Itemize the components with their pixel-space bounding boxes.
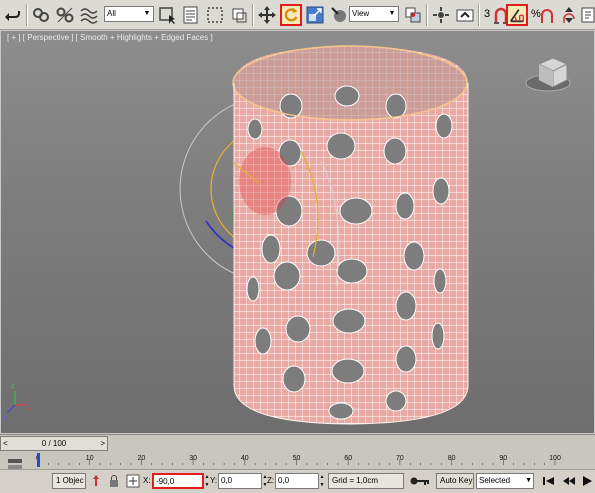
svg-text:x: x (27, 406, 31, 413)
grid-readout: Grid = 1,0cm (328, 473, 404, 489)
time-next-button[interactable]: > (100, 437, 105, 450)
edit-named-selection-icon[interactable] (578, 4, 595, 26)
z-coordinate-field[interactable]: 0,0 (275, 473, 319, 489)
z-spinner[interactable]: ▲ ▼ (319, 473, 325, 489)
pivot-center-icon[interactable] (402, 4, 424, 26)
current-frame-marker[interactable] (37, 453, 40, 467)
y-coordinate-field[interactable]: 0,0 (218, 473, 262, 489)
cylinder-mesh[interactable] (231, 41, 471, 431)
scale-icon[interactable] (304, 4, 326, 26)
viewport-canvas[interactable]: z x y (1, 31, 594, 433)
mini-listener-icon[interactable] (6, 458, 26, 472)
track-tick-label: 100 (549, 455, 561, 462)
toolbar-separator (478, 4, 480, 26)
track-tick-label: 50 (293, 455, 301, 462)
key-filter-dropdown[interactable]: Selected ▼ (476, 473, 534, 489)
perspective-viewport[interactable]: z x y [ + ] [ Perspective ] [ Smooth + H… (0, 30, 595, 434)
svg-text:z: z (11, 383, 15, 390)
lock-selection-icon[interactable] (107, 474, 121, 488)
track-tick-label: 70 (396, 455, 404, 462)
track-tick-label: 30 (189, 455, 197, 462)
angle-snap-toggle-icon[interactable] (506, 4, 528, 26)
toolbar-separator (26, 4, 28, 26)
main-toolbar: All ▼ View ▼ 3 % (0, 0, 595, 30)
select-and-place-icon[interactable] (328, 4, 350, 26)
viewcube-icon[interactable] (525, 57, 571, 92)
previous-frame-icon[interactable] (560, 474, 578, 488)
axis-tripod-icon: z x y (3, 383, 31, 421)
rectangular-selection-icon[interactable] (204, 4, 226, 26)
spinner-snap-icon[interactable] (558, 4, 580, 26)
set-key-icon[interactable] (409, 474, 431, 488)
selection-filter-dropdown[interactable]: All ▼ (104, 6, 154, 22)
selection-count: 1 Objec (52, 473, 86, 489)
percent-snap-icon[interactable] (536, 4, 558, 26)
time-slider-bar: < 0 / 100 > (0, 434, 595, 452)
chevron-down-icon: ▼ (525, 477, 532, 484)
track-tick-label: 90 (499, 455, 507, 462)
link-icon[interactable] (30, 4, 52, 26)
unlink-icon[interactable] (54, 4, 76, 26)
move-icon[interactable] (256, 4, 278, 26)
y-coordinate-label: Y: (210, 476, 218, 485)
track-tick-label: 40 (241, 455, 249, 462)
select-and-manipulate-icon[interactable] (430, 4, 452, 26)
keyboard-shortcut-override-icon[interactable] (454, 4, 476, 26)
absolute-mode-transform-icon[interactable] (126, 474, 140, 488)
track-ruler[interactable]: 0102030405060708090100 (0, 452, 595, 469)
x-coordinate-label: X: (143, 476, 151, 485)
select-object-icon[interactable] (157, 4, 179, 26)
track-tick-label: 80 (448, 455, 456, 462)
bind-space-warp-icon[interactable] (78, 4, 100, 26)
time-prev-button[interactable]: < (3, 437, 8, 450)
track-bar[interactable]: 0102030405060708090100 (0, 452, 595, 469)
viewport-label-menu[interactable]: [ + ] [ Perspective ] [ Smooth + Highlig… (7, 33, 213, 42)
z-coordinate-label: Z: (267, 476, 275, 485)
frame-readout: 0 / 100 (41, 439, 67, 448)
select-by-name-icon[interactable] (180, 4, 202, 26)
auto-key-button[interactable]: Auto Key (436, 473, 474, 489)
undo-arrow-icon[interactable] (2, 4, 24, 26)
track-tick-label: 10 (86, 455, 94, 462)
reference-coordinate-dropdown[interactable]: View ▼ (349, 6, 399, 22)
toolbar-separator (252, 4, 254, 26)
go-to-start-icon[interactable] (540, 474, 558, 488)
window-crossing-icon[interactable] (228, 4, 250, 26)
time-slider[interactable]: < 0 / 100 > (0, 436, 108, 451)
track-tick-label: 20 (138, 455, 146, 462)
toolbar-separator (426, 4, 428, 26)
status-bar: 1 Objec X: -90,0 ▲ ▼ Y: 0,0 ▲ ▼ Z: 0,0 ▲ ▼ … (0, 459, 595, 491)
x-coordinate-field[interactable]: -90,0 (152, 473, 204, 489)
track-tick-label: 60 (344, 455, 352, 462)
svg-text:y: y (3, 414, 7, 421)
play-icon[interactable] (580, 474, 594, 488)
rotate-icon[interactable] (280, 4, 302, 26)
isolate-selection-icon[interactable] (89, 474, 103, 488)
